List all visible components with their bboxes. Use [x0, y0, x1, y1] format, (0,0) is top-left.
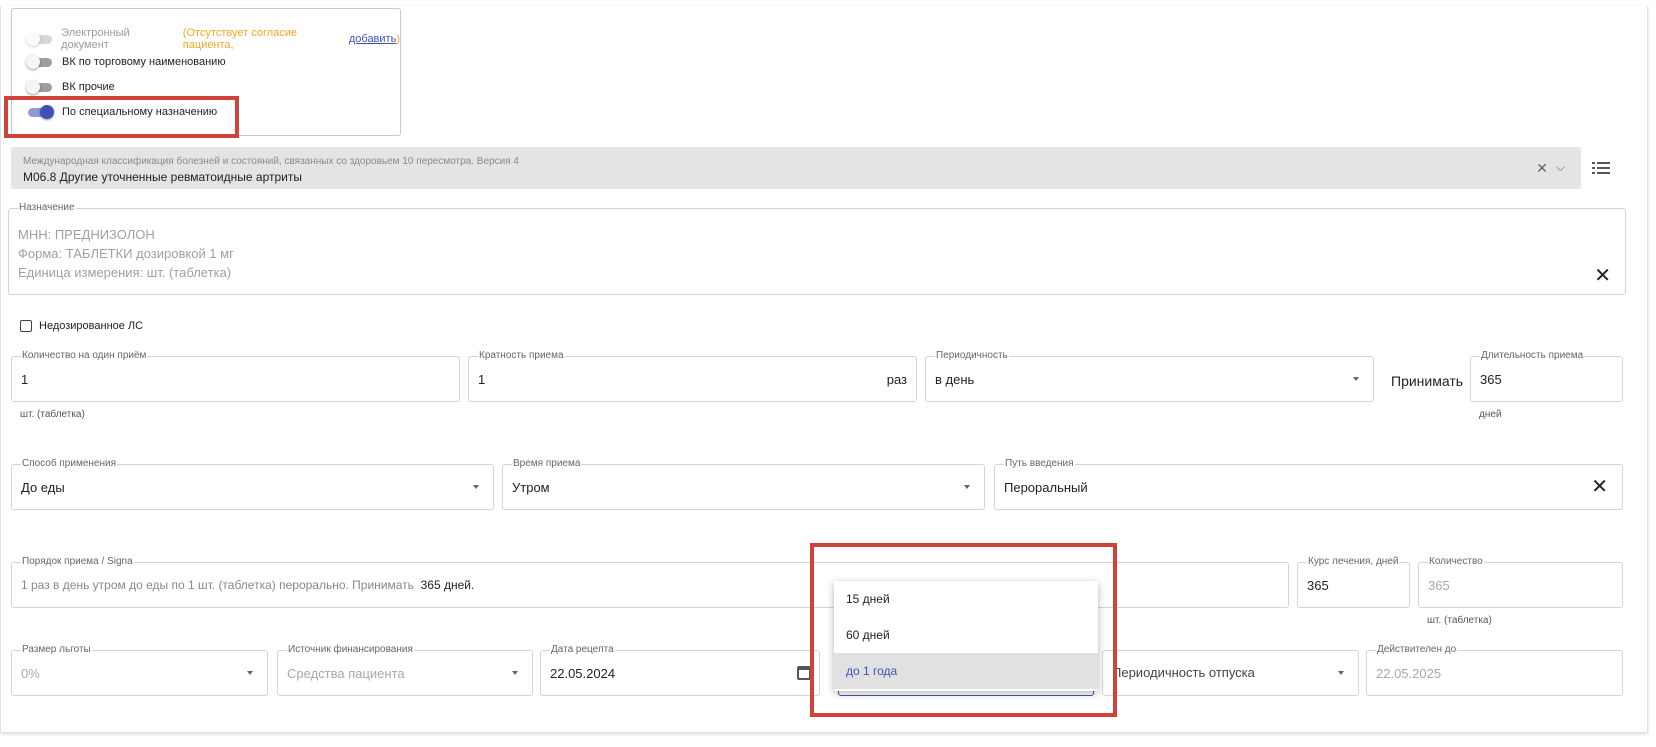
- drug-inn: МНН: ПРЕДНИЗОЛОН: [18, 227, 155, 242]
- chevron-down-icon[interactable]: ⌵: [1556, 160, 1565, 177]
- field-value: Утром: [512, 480, 550, 495]
- multiplicity-suffix: раз: [886, 372, 907, 387]
- toggle-vk-trade-name[interactable]: [26, 55, 54, 69]
- field-value: 22.05.2025: [1376, 666, 1442, 681]
- toggle-electronic-document[interactable]: [26, 32, 53, 46]
- recipe-date-input[interactable]: Дата рецепта 22.05.2024: [540, 644, 820, 696]
- clear-icon[interactable]: ✕: [1594, 263, 1611, 288]
- list-icon[interactable]: [1592, 160, 1612, 176]
- field-value: 1: [21, 372, 29, 387]
- toggle-label: Электронный документ: [61, 27, 130, 51]
- consent-warning-suffix: ): [396, 33, 400, 45]
- field-label: Порядок приема / Signa: [21, 556, 134, 567]
- periodicity-select[interactable]: Периодичность в день: [925, 350, 1374, 402]
- field-label: Путь введения: [1004, 458, 1075, 469]
- toggle-row-electronic: Электронный документ (Отсутствует соглас…: [26, 27, 400, 51]
- toggle-label: ВК по торговому наименованию: [62, 56, 226, 68]
- dropdown-arrow-icon[interactable]: [1353, 377, 1359, 381]
- dropdown-arrow-icon[interactable]: [1338, 671, 1344, 675]
- dropdown-option-selected[interactable]: до 1 года: [834, 653, 1098, 689]
- benefit-select[interactable]: Размер льготы 0%: [11, 644, 268, 696]
- release-periodicity-select[interactable]: Периодичность отпуска: [1102, 650, 1359, 696]
- checkbox-label: Недозированное ЛС: [39, 320, 144, 332]
- field-label: Дата рецепта: [550, 644, 615, 655]
- duration-unit-helper: дней: [1479, 409, 1502, 420]
- time-select[interactable]: Время приема Утром: [502, 458, 985, 510]
- dropdown-arrow-icon[interactable]: [473, 485, 479, 489]
- consent-warning: (Отсутствует согласие пациента,: [182, 27, 298, 51]
- field-label: Назначение: [18, 202, 76, 213]
- method-select[interactable]: Способ применения До еды: [11, 458, 494, 510]
- field-label: Действителен до: [1376, 644, 1458, 655]
- quantity-input[interactable]: Количество 365: [1418, 556, 1623, 608]
- icd-label: Международная классификация болезней и с…: [23, 156, 519, 167]
- signa-duration: 365 дней.: [420, 578, 475, 592]
- route-select[interactable]: Путь введения Пероральный ✕: [994, 458, 1623, 510]
- dropdown-arrow-icon[interactable]: [512, 671, 518, 675]
- clear-icon[interactable]: ✕: [1536, 160, 1548, 177]
- dose-unit-helper: шт. (таблетка): [20, 409, 85, 420]
- field-value: До еды: [21, 480, 65, 495]
- multiplicity-input[interactable]: Кратность приема 1 раз: [468, 350, 917, 402]
- dropdown-option[interactable]: 15 дней: [834, 581, 1098, 617]
- highlight-frame-toggle: [4, 96, 239, 138]
- funding-select[interactable]: Источник финансирования Средства пациент…: [277, 644, 533, 696]
- field-label: Время приема: [512, 458, 582, 469]
- duration-input[interactable]: Длительность приема 365: [1470, 350, 1623, 402]
- field-value: Пероральный: [1004, 480, 1088, 495]
- signa-text: 1 раз в день утром до еды по 1 шт. (табл…: [21, 578, 414, 592]
- field-value: 22.05.2024: [550, 666, 616, 681]
- toggle-row-vk-other: ВК прочие: [26, 80, 115, 94]
- field-label: Курс лечения, дней: [1307, 556, 1400, 567]
- clear-icon[interactable]: ✕: [1591, 474, 1608, 499]
- field-label: Периодичность: [935, 350, 1009, 361]
- icd-value: M06.8 Другие уточненные ревматоидные арт…: [23, 170, 302, 184]
- field-label: Размер льготы: [21, 644, 92, 655]
- add-consent-link[interactable]: добавить: [349, 33, 396, 45]
- field-label: Способ применения: [21, 458, 117, 469]
- field-value: 1: [478, 372, 486, 387]
- validity-dropdown-menu: 15 дней 60 дней до 1 года: [834, 581, 1098, 691]
- field-label: Длительность приема: [1480, 350, 1585, 361]
- dose-input[interactable]: Количество на один приём 1: [11, 350, 460, 402]
- drug-form: Форма: ТАБЛЕТКИ дозировкой 1 мг: [18, 246, 234, 261]
- toggle-row-trade-name: ВК по торговому наименованию: [26, 55, 226, 69]
- field-value: 365: [1307, 578, 1329, 593]
- field-label: Источник финансирования: [287, 644, 414, 655]
- field-value: 365: [1428, 578, 1450, 593]
- calendar-icon[interactable]: [797, 666, 811, 680]
- quantity-unit-helper: шт. (таблетка): [1427, 615, 1492, 626]
- valid-until-input[interactable]: Действителен до 22.05.2025: [1366, 644, 1623, 696]
- field-value: 365: [1480, 372, 1502, 387]
- toggle-label: ВК прочие: [62, 81, 115, 93]
- field-label: Кратность приема: [478, 350, 565, 361]
- drug-unit: Единица измерения: шт. (таблетка): [18, 265, 232, 280]
- prescription-drug-field[interactable]: Назначение МНН: ПРЕДНИЗОЛОН Форма: ТАБЛЕ…: [8, 202, 1626, 295]
- field-label: Количество: [1428, 556, 1484, 567]
- field-value: Периодичность отпуска: [1112, 665, 1255, 680]
- field-value: 1 раз в день утром до еды по 1 шт. (табл…: [21, 578, 474, 592]
- undosed-checkbox-row[interactable]: Недозированное ЛС: [20, 320, 143, 332]
- dropdown-option[interactable]: 60 дней: [834, 617, 1098, 653]
- undosed-checkbox[interactable]: [20, 320, 32, 332]
- field-value: в день: [935, 372, 975, 387]
- dropdown-arrow-icon[interactable]: [964, 485, 970, 489]
- toggle-vk-other[interactable]: [26, 80, 54, 94]
- field-value: Средства пациента: [287, 666, 405, 681]
- icd-diagnosis-select[interactable]: Международная классификация болезней и с…: [11, 147, 1581, 189]
- field-label: Количество на один приём: [21, 350, 148, 361]
- take-label: Принимать: [1391, 373, 1464, 389]
- course-input[interactable]: Курс лечения, дней 365: [1297, 556, 1410, 608]
- dropdown-arrow-icon[interactable]: [247, 671, 253, 675]
- field-value: 0%: [21, 666, 40, 681]
